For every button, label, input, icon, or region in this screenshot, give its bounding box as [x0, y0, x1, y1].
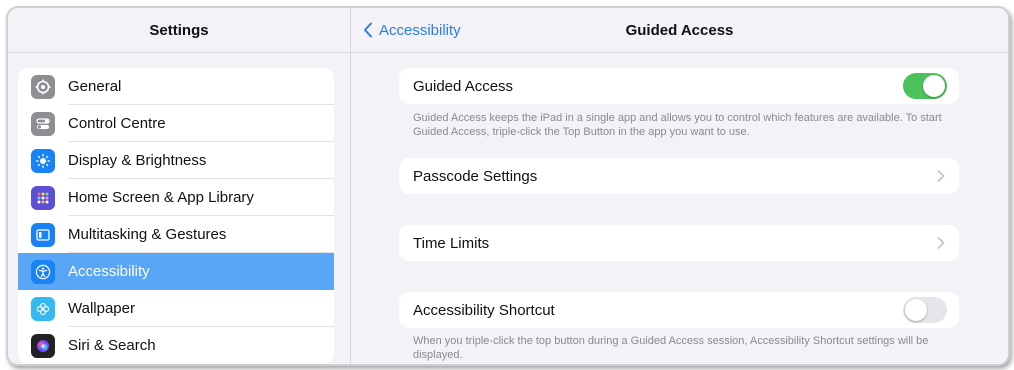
toggle-knob — [905, 299, 927, 321]
ipad-screen: Settings General Control Centre Display … — [6, 6, 1010, 366]
sidebar-item-label: Home Screen & App Library — [68, 189, 254, 206]
toggles-icon — [31, 111, 55, 136]
sidebar-item-control-centre[interactable]: Control Centre — [18, 105, 334, 142]
sidebar-item-label: Multitasking & Gestures — [68, 226, 227, 243]
guided-access-label: Guided Access — [413, 77, 514, 95]
accessibility-icon — [31, 259, 55, 284]
chevron-right-icon — [937, 237, 945, 249]
time-limits-row[interactable]: Time Limits — [399, 225, 959, 261]
sidebar-item-home-screen[interactable]: Home Screen & App Library — [18, 179, 334, 216]
detail-pane: Accessibility Guided Access Guided Acces… — [351, 8, 1008, 364]
sidebar-item-display-brightness[interactable]: Display & Brightness — [18, 142, 334, 179]
time-limits-label: Time Limits — [413, 234, 490, 252]
sidebar-item-siri-search[interactable]: Siri & Search — [18, 327, 334, 364]
accessibility-shortcut-toggle[interactable] — [903, 297, 947, 323]
chevron-right-icon — [937, 170, 945, 182]
sidebar-item-accessibility[interactable]: Accessibility — [18, 253, 334, 290]
multitask-icon — [31, 222, 55, 247]
sidebar-item-label: Control Centre — [68, 115, 166, 132]
nav-bar: Accessibility Guided Access — [351, 8, 1008, 53]
sidebar-item-wallpaper[interactable]: Wallpaper — [18, 290, 334, 327]
grid-icon — [31, 185, 55, 210]
sidebar-item-label: Siri & Search — [68, 337, 156, 354]
sidebar-item-label: Display & Brightness — [68, 152, 207, 169]
sidebar-title: Settings — [8, 8, 350, 53]
chevron-left-icon — [364, 22, 372, 38]
accessibility-shortcut-row: Accessibility Shortcut — [399, 292, 959, 328]
toggle-knob — [923, 75, 945, 97]
gear-icon — [31, 74, 55, 99]
back-button[interactable]: Accessibility — [363, 8, 461, 52]
settings-sidebar: Settings General Control Centre Display … — [8, 8, 351, 364]
sidebar-item-label: Wallpaper — [68, 300, 135, 317]
guided-access-row: Guided Access — [399, 68, 959, 104]
settings-list: General Control Centre Display & Brightn… — [18, 68, 334, 364]
back-button-label: Accessibility — [379, 21, 461, 39]
sidebar-item-general[interactable]: General — [18, 68, 334, 105]
passcode-settings-label: Passcode Settings — [413, 167, 538, 185]
accessibility-shortcut-label: Accessibility Shortcut — [413, 301, 555, 319]
page-title: Guided Access — [625, 21, 734, 39]
guided-access-toggle[interactable] — [903, 73, 947, 99]
accessibility-shortcut-description: When you triple-click the top button dur… — [413, 335, 929, 361]
flower-icon — [31, 296, 55, 321]
passcode-settings-row[interactable]: Passcode Settings — [399, 158, 959, 194]
sidebar-item-label: Accessibility — [68, 263, 150, 280]
sidebar-item-label: General — [68, 78, 122, 95]
sun-icon — [31, 148, 55, 173]
guided-access-description: Guided Access keeps the iPad in a single… — [413, 112, 942, 138]
sidebar-item-multitasking[interactable]: Multitasking & Gestures — [18, 216, 334, 253]
siri-icon — [31, 333, 55, 358]
